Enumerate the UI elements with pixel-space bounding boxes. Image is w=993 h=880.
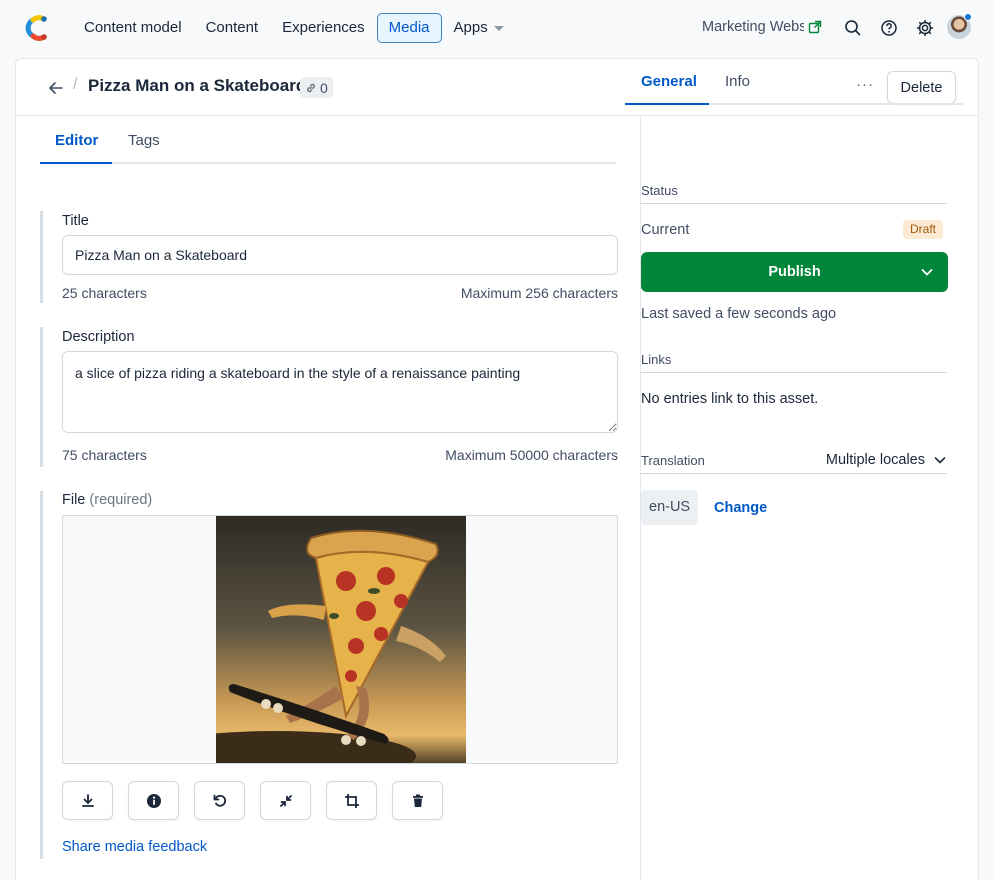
crop-button[interactable]	[326, 781, 377, 820]
status-badge: Draft	[903, 220, 943, 239]
title-input[interactable]	[62, 235, 618, 275]
file-field: File (required)	[40, 491, 640, 859]
nav-label: Content	[206, 19, 259, 37]
last-saved-text: Last saved a few seconds ago	[641, 306, 836, 322]
description-field: Description a slice of pizza riding a sk…	[40, 327, 640, 467]
info-icon	[146, 793, 162, 809]
file-preview	[62, 515, 618, 764]
nav-label: Content model	[84, 19, 182, 37]
asset-image[interactable]	[216, 516, 466, 764]
field-label: Title	[62, 213, 89, 229]
editor-tabs: Editor Tags	[40, 117, 616, 164]
character-count: 25 characters	[62, 285, 147, 301]
character-limit: Maximum 50000 characters	[445, 447, 618, 463]
sidebar-tabs: General Info	[625, 58, 963, 105]
rotate-button[interactable]	[194, 781, 245, 820]
chevron-down-icon	[933, 453, 947, 467]
translation-row: Translation Multiple locales	[641, 452, 947, 474]
top-navigation: Content model Content Experiences Media …	[0, 0, 993, 56]
file-toolbar	[62, 781, 443, 820]
character-count: 75 characters	[62, 447, 147, 463]
publish-button[interactable]: Publish	[641, 252, 948, 292]
active-tab-indicator	[40, 162, 112, 164]
tab-tags[interactable]: Tags	[128, 132, 160, 149]
field-label: File (required)	[62, 492, 152, 508]
help-icon[interactable]	[879, 18, 899, 38]
chevron-down-icon[interactable]	[920, 265, 934, 279]
active-tab-indicator	[625, 103, 709, 105]
space-name: Marketing Website	[702, 19, 804, 35]
nav-media[interactable]: Media	[377, 13, 442, 43]
change-locale-link[interactable]: Change	[714, 500, 767, 516]
external-link-icon	[808, 20, 822, 34]
crop-icon	[344, 793, 360, 809]
info-button[interactable]	[128, 781, 179, 820]
locale-chip: en-US	[641, 490, 698, 525]
nav-experiences[interactable]: Experiences	[270, 13, 377, 43]
share-feedback-link[interactable]: Share media feedback	[62, 839, 207, 855]
nav-label: Experiences	[282, 19, 365, 37]
search-icon[interactable]	[843, 18, 863, 38]
nav-content-model[interactable]: Content model	[72, 13, 194, 43]
locale-select[interactable]: Multiple locales	[826, 452, 947, 468]
character-limit: Maximum 256 characters	[461, 285, 618, 301]
links-section-label: Links	[641, 352, 947, 373]
field-helper: 25 characters Maximum 256 characters	[62, 285, 618, 301]
collapse-button[interactable]	[260, 781, 311, 820]
field-label-text: File	[62, 492, 85, 508]
tab-editor[interactable]: Editor	[55, 132, 98, 149]
translation-label: Translation	[641, 453, 705, 468]
breadcrumb-separator: /	[73, 76, 77, 94]
arrow-left-icon[interactable]	[46, 78, 66, 98]
download-button[interactable]	[62, 781, 113, 820]
notification-dot	[964, 13, 972, 21]
rotate-icon	[212, 793, 228, 809]
field-label: Description	[62, 329, 135, 345]
space-switcher[interactable]: Marketing Website	[702, 19, 822, 35]
nav-apps[interactable]: Apps	[442, 13, 516, 43]
field-helper: 75 characters Maximum 50000 characters	[62, 447, 618, 463]
links-empty-text: No entries link to this asset.	[641, 391, 818, 407]
required-marker: (required)	[89, 492, 152, 508]
references-badge[interactable]: 0	[300, 77, 333, 98]
nav-label: Media	[389, 19, 430, 37]
title-field: Title 25 characters Maximum 256 characte…	[40, 211, 640, 303]
publish-label: Publish	[768, 264, 820, 280]
collapse-icon	[278, 793, 294, 809]
link-count: 0	[320, 80, 328, 96]
locale-select-value: Multiple locales	[826, 452, 925, 468]
download-icon	[80, 793, 96, 809]
nav-content[interactable]: Content	[194, 13, 271, 43]
nav-label: Apps	[454, 19, 488, 37]
status-section-label: Status	[641, 183, 947, 204]
tab-general[interactable]: General	[641, 73, 697, 90]
page-title: Pizza Man on a Skateboard	[88, 76, 306, 96]
tab-info[interactable]: Info	[725, 73, 750, 90]
link-icon	[305, 82, 317, 94]
description-textarea[interactable]: a slice of pizza riding a skateboard in …	[62, 351, 618, 433]
chevron-down-icon	[494, 26, 504, 31]
trash-icon	[410, 793, 426, 809]
current-label: Current	[641, 222, 689, 238]
main-nav: Content model Content Experiences Media …	[72, 13, 516, 43]
contentful-logo[interactable]	[24, 14, 50, 42]
delete-file-button[interactable]	[392, 781, 443, 820]
gear-icon[interactable]	[915, 18, 935, 38]
